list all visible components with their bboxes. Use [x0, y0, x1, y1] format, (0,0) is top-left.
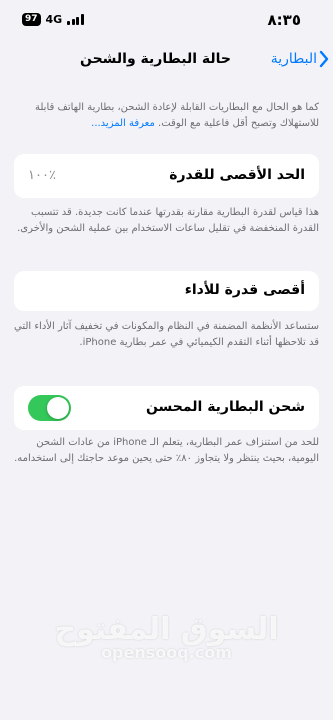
battery-indicator: 97	[22, 13, 41, 26]
chevron-right-icon	[319, 50, 329, 68]
page-title: حالة البطارية والشحن	[79, 51, 231, 67]
navigation-bar: حالة البطارية والشحن البطارية	[0, 44, 333, 76]
watermark-arabic: السوق المفتوح	[54, 612, 279, 647]
intro-text: كما هو الحال مع البطاريات القابلة لإعادة…	[35, 102, 319, 129]
max-capacity-row: الحد الأقصى للقدرة ١٠٠٪	[14, 154, 319, 198]
toggle-knob	[47, 397, 69, 419]
optimized-charging-label: شحن البطارية المحسن	[145, 399, 305, 415]
peak-performance-label: أقصى قدرة للأداء	[184, 282, 305, 298]
intro-note: كما هو الحال مع البطاريات القابلة لإعادة…	[14, 100, 319, 132]
back-button[interactable]: البطارية	[271, 50, 329, 68]
status-bar: 97 4G ٨:٣٥	[0, 0, 333, 40]
status-icons: 97 4G	[22, 13, 84, 26]
network-type: 4G	[45, 13, 63, 26]
max-capacity-description: هذا قياس لقدرة البطارية مقارنة بقدرتها ع…	[17, 207, 319, 234]
optimized-charging-toggle[interactable]	[28, 395, 71, 421]
peak-performance-row[interactable]: أقصى قدرة للأداء	[14, 271, 319, 311]
cellular-signal-icon	[67, 14, 84, 25]
watermark-latin: opensooq.com	[101, 643, 232, 662]
status-time: ٨:٣٥	[267, 11, 301, 29]
max-capacity-value: ١٠٠٪	[28, 168, 56, 183]
back-button-label: البطارية	[270, 51, 317, 67]
max-capacity-label: الحد الأقصى للقدرة	[169, 167, 305, 183]
peak-performance-description: ستساعد الأنظمة المضمنة في النظام والمكون…	[14, 321, 319, 348]
learn-more-link[interactable]: معرفة المزيد...	[91, 118, 155, 129]
opensooq-watermark: السوق المفتوح opensooq.com	[0, 612, 333, 662]
optimized-charging-description: للحد من استنزاف عمر البطارية، يتعلم الـ …	[14, 437, 319, 464]
optimized-charging-row: شحن البطارية المحسن	[14, 386, 319, 430]
